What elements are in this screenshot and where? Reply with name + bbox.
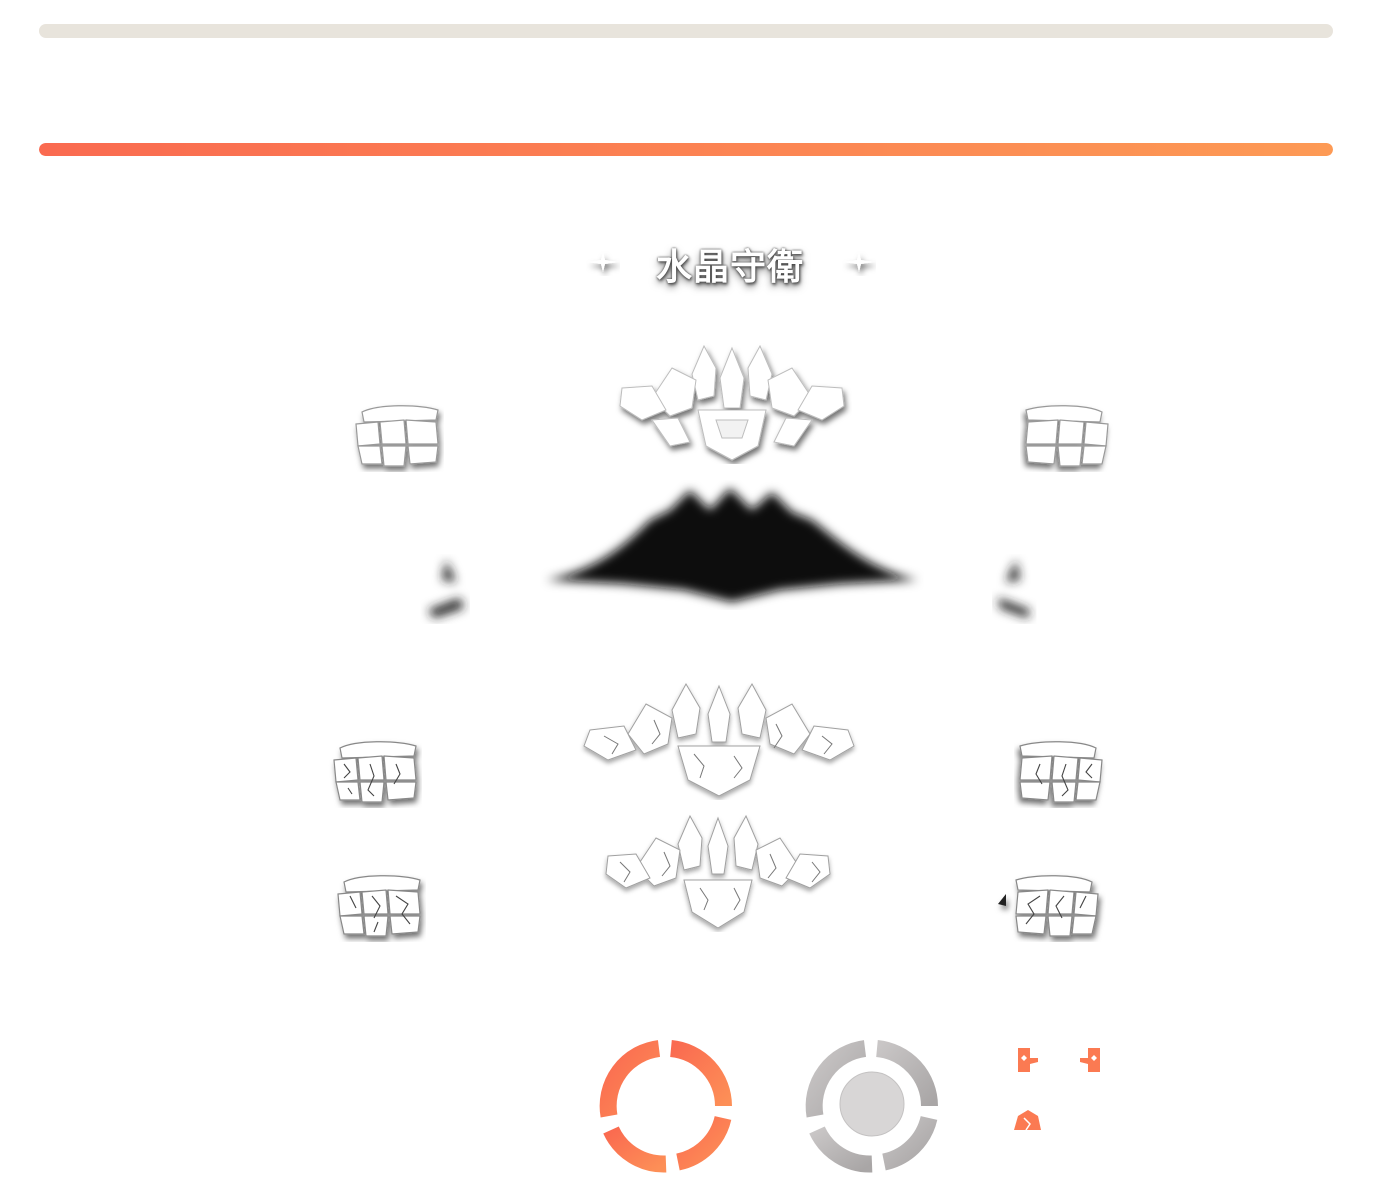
shadow-fragment-left: [428, 560, 464, 618]
guardian-fist-right: [1025, 405, 1109, 467]
guardian-fist-cracked-left-1: [333, 741, 417, 803]
orange-ring-icon: [599, 1040, 732, 1173]
grey-ring-icon: [805, 1040, 938, 1173]
guardian-fist-left: [355, 405, 439, 467]
star-ornament-icon: [843, 252, 875, 272]
guardian-fist-cracked-right-1: [1019, 741, 1103, 803]
shadow-fragment-right: [998, 560, 1030, 618]
glove-icon: [1080, 1048, 1100, 1072]
accent-progress-bar: [39, 143, 1333, 156]
top-progress-track: [39, 24, 1333, 38]
title-banner: 水晶守衛: [580, 232, 880, 292]
guardian-fist-cracked-right-2: [998, 875, 1099, 937]
rock-icon: [1014, 1110, 1041, 1131]
glove-icon: [1018, 1048, 1038, 1072]
guardian-shadow-sprite: [546, 488, 918, 602]
guardian-head-sprite: [619, 344, 845, 461]
guardian-fist-cracked-left-2: [337, 875, 421, 937]
guardian-head-cracked-1: [583, 682, 855, 797]
page-title: 水晶守衛: [655, 247, 804, 288]
guardian-head-cracked-2: [605, 814, 831, 929]
